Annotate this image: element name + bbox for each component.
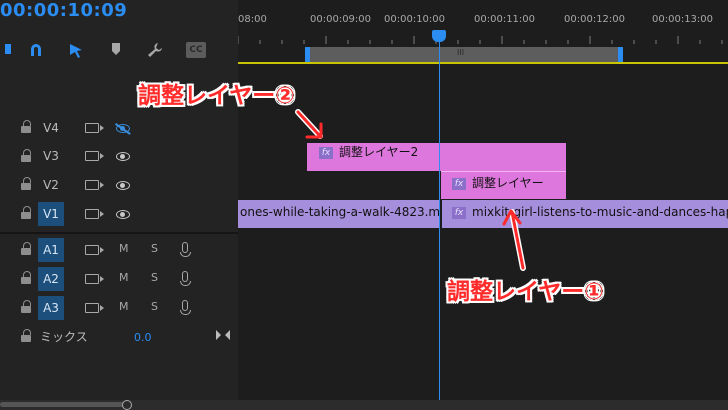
timeline-scrollbar[interactable] [0, 400, 728, 410]
annotation-arrows [295, 109, 526, 271]
scroll-handle[interactable] [122, 400, 132, 410]
scroll-thumb[interactable] [0, 402, 130, 407]
